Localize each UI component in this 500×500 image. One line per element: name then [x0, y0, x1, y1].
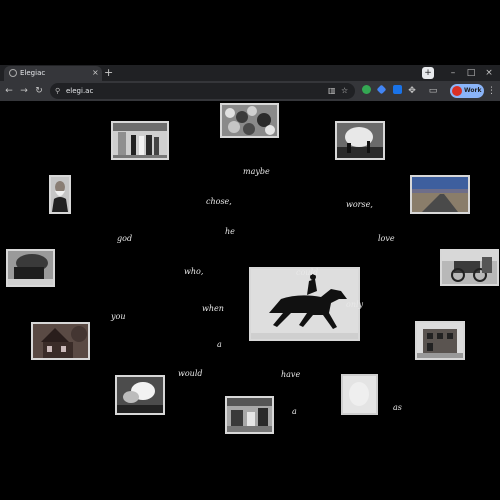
poem-word: maybe	[243, 167, 270, 176]
poem-word: only	[346, 300, 364, 309]
reload-button[interactable]: ↻	[33, 84, 45, 98]
faded-blank-photo	[341, 374, 378, 415]
vintage-car-photo	[440, 249, 499, 286]
poem-word: a	[217, 340, 222, 349]
family-porch-photo	[111, 121, 169, 160]
close-tab-icon[interactable]: ×	[92, 67, 99, 79]
back-button[interactable]: ←	[3, 84, 15, 98]
site-info-icon[interactable]: ⚲	[55, 85, 60, 97]
extensions-puzzle-icon[interactable]: ✥	[406, 84, 418, 98]
extension-icon-green[interactable]	[362, 85, 371, 94]
bookmark-star-icon[interactable]: ☆	[341, 85, 348, 97]
tab-title: Elegiac	[20, 69, 46, 77]
poem-word: chose,	[206, 197, 232, 206]
poem-word: have	[281, 370, 301, 379]
globe-icon	[9, 69, 17, 77]
smoke-flames-photo	[115, 375, 165, 415]
poem-word: you	[111, 312, 126, 321]
poem-word: worse,	[346, 200, 373, 209]
forward-button[interactable]: →	[18, 84, 30, 98]
tab-strip: Elegiac × + + – □ ×	[0, 65, 500, 81]
poem-word: who,	[184, 267, 204, 276]
tab-search-icon[interactable]: +	[422, 67, 434, 79]
poem-word: would	[178, 369, 203, 378]
poem-word: when	[202, 304, 224, 313]
victorian-house-photo	[31, 322, 90, 360]
page: Elegiac × + + – □ × ← → ↻ ⚲ elegi.ac ▥ ☆…	[0, 0, 500, 500]
new-tab-button[interactable]: +	[104, 65, 113, 80]
poem-word: love	[378, 234, 395, 243]
maximize-button[interactable]: □	[464, 65, 478, 81]
interior-room-photo	[225, 396, 274, 434]
url-text[interactable]: elegi.ac	[66, 85, 93, 97]
desert-highway-photo	[410, 175, 470, 214]
extension-icon-blue[interactable]	[376, 84, 387, 95]
extension-icon-shield[interactable]	[393, 85, 402, 94]
poem-word: god	[117, 234, 133, 243]
tab-elegiac[interactable]: Elegiac ×	[4, 66, 102, 81]
poem-word: he	[225, 227, 235, 236]
brick-building-photo	[415, 321, 465, 360]
muybridge-horse-rider-photo	[249, 267, 360, 341]
minimize-button[interactable]: –	[446, 65, 460, 81]
burning-house-photo	[6, 249, 55, 287]
profile-label: Work	[464, 87, 482, 94]
close-window-button[interactable]: ×	[482, 65, 496, 81]
browser-chrome: Elegiac × + + – □ × ← → ↻ ⚲ elegi.ac ▥ ☆…	[0, 65, 500, 101]
reader-mode-icon[interactable]: ▥	[328, 85, 336, 97]
poem-word: a	[292, 407, 297, 416]
toolbar: ← → ↻ ⚲ elegi.ac ▥ ☆ ✥ ▭ Work ⋮	[0, 81, 500, 101]
avatar	[452, 86, 462, 96]
side-panel-icon[interactable]: ▭	[427, 84, 439, 98]
address-bar[interactable]: ⚲ elegi.ac ▥ ☆	[50, 83, 355, 99]
profile-button[interactable]: Work	[450, 84, 484, 98]
poem-word: as	[393, 403, 402, 412]
poem-word: could	[296, 268, 319, 277]
crowd-aerial-photo	[220, 103, 279, 138]
browser-menu-icon[interactable]: ⋮	[487, 84, 496, 98]
fire-ruins-photo	[335, 121, 385, 160]
bearded-man-portrait-photo	[49, 175, 71, 214]
